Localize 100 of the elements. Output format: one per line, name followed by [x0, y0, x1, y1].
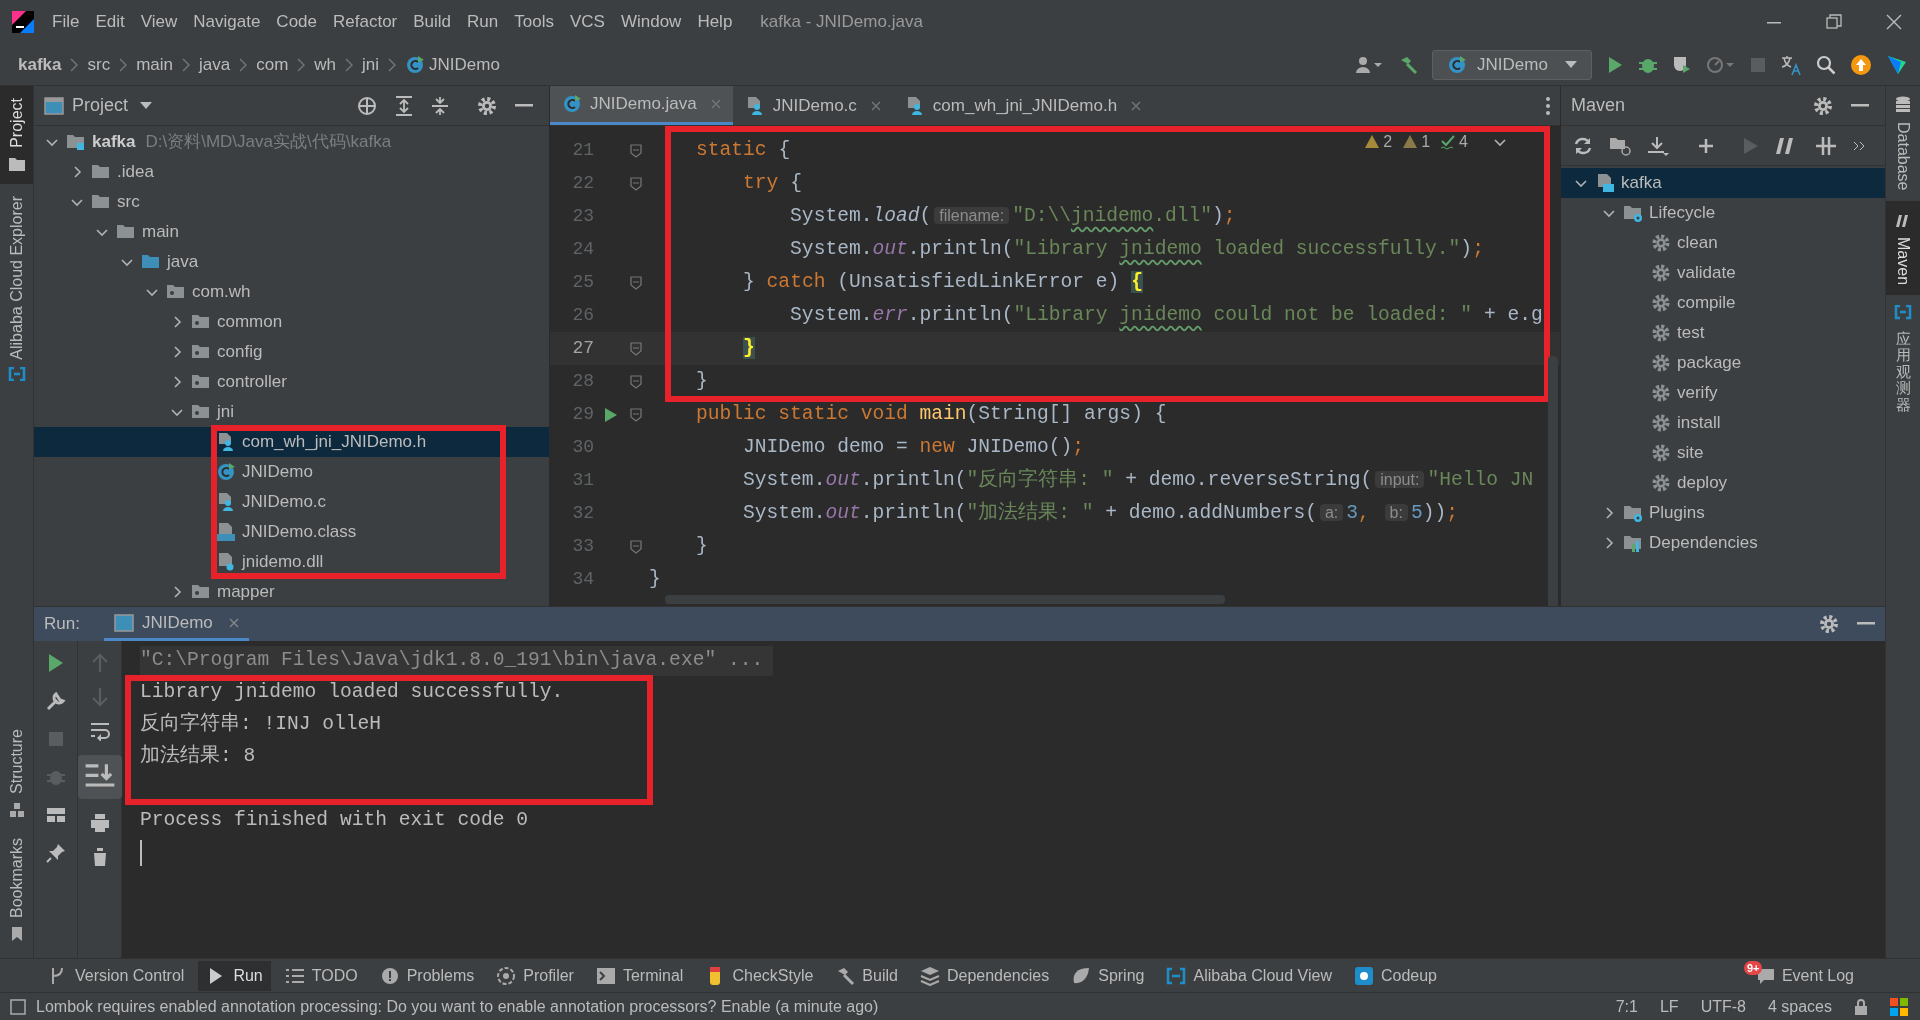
- fold-icon[interactable]: [630, 407, 642, 422]
- user-icon[interactable]: [1354, 54, 1384, 75]
- status-item[interactable]: LF: [1659, 994, 1679, 1019]
- panel-title-dropdown[interactable]: Project: [72, 92, 153, 119]
- tree-item[interactable]: deploy: [1561, 468, 1885, 498]
- collapse-all-icon[interactable]: [431, 95, 449, 116]
- breadcrumb[interactable]: JNIDemo: [403, 51, 502, 78]
- tree-item[interactable]: kafka: [1561, 168, 1885, 198]
- tree-item[interactable]: Plugins: [1561, 498, 1885, 528]
- settings-icon[interactable]: [1813, 95, 1833, 116]
- inspection-count[interactable]: 1: [1402, 130, 1431, 154]
- tree-item[interactable]: jni: [34, 397, 549, 427]
- tree-item[interactable]: clean: [1561, 228, 1885, 258]
- tree-item[interactable]: validate: [1561, 258, 1885, 288]
- tool-window-tab[interactable]: Database: [1886, 86, 1920, 201]
- tree-item[interactable]: test: [1561, 318, 1885, 348]
- tool-window-button[interactable]: Spring: [1063, 960, 1153, 991]
- tree-item[interactable]: .idea: [34, 157, 549, 187]
- tool-window-tab[interactable]: Structure: [0, 719, 33, 828]
- status-item[interactable]: UTF-8: [1700, 994, 1746, 1019]
- breadcrumb[interactable]: java: [197, 51, 233, 78]
- tree-item[interactable]: JNIDemo: [34, 457, 549, 487]
- inspection-count[interactable]: 2: [1364, 130, 1393, 154]
- lock-icon[interactable]: [1854, 997, 1868, 1016]
- print-icon[interactable]: [89, 813, 110, 833]
- status-item[interactable]: 7:1: [1615, 994, 1638, 1019]
- more-icon[interactable]: [1546, 96, 1550, 115]
- minimize-icon[interactable]: [1857, 622, 1875, 626]
- minimize-icon[interactable]: [1851, 103, 1869, 108]
- tool-window-button[interactable]: Run: [198, 960, 271, 991]
- menu-item[interactable]: Run: [459, 9, 507, 35]
- tool-window-button[interactable]: Terminal: [587, 960, 692, 991]
- tree-item[interactable]: kafka D:\资料\MD\Java实战\代码\kafka: [34, 127, 549, 157]
- menu-item[interactable]: Tools: [506, 9, 562, 35]
- settings-icon[interactable]: [1819, 614, 1839, 634]
- menu-item[interactable]: VCS: [561, 9, 613, 35]
- tool-window-button[interactable]: Build: [827, 960, 906, 991]
- scroll-to-end-icon[interactable]: [77, 755, 122, 799]
- close-icon[interactable]: [1886, 14, 1902, 30]
- editor-tab[interactable]: com_wh_jni_JNIDemo.h: [892, 86, 1154, 125]
- tree-item[interactable]: package: [1561, 348, 1885, 378]
- refresh-icon[interactable]: [1573, 135, 1593, 156]
- folder-refresh-icon[interactable]: [1609, 135, 1631, 156]
- tree-item[interactable]: common: [34, 307, 549, 337]
- shield-icon[interactable]: [1672, 54, 1692, 75]
- tool-window-button[interactable]: Profiler: [488, 960, 582, 991]
- search-icon[interactable]: [1816, 54, 1836, 75]
- fold-icon[interactable]: [630, 374, 642, 389]
- tree-item[interactable]: install: [1561, 408, 1885, 438]
- translate-icon[interactable]: [1780, 53, 1802, 76]
- layout-icon[interactable]: [45, 805, 66, 825]
- status-item[interactable]: 4 spaces: [1767, 994, 1832, 1019]
- tool-window-button[interactable]: Alibaba Cloud View: [1158, 960, 1340, 991]
- restore-icon[interactable]: [1826, 14, 1842, 30]
- panel-toggle-icon[interactable]: [10, 998, 26, 1015]
- tool-window-tab[interactable]: Alibaba Cloud Explorer: [0, 183, 33, 394]
- tool-window-tab[interactable]: Project: [0, 86, 33, 184]
- run-configuration-dropdown[interactable]: JNIDemo: [1432, 49, 1592, 80]
- tree-item[interactable]: Lifecycle: [1561, 198, 1885, 228]
- tree-item[interactable]: main: [34, 217, 549, 247]
- crosshair-icon[interactable]: [357, 95, 377, 116]
- fold-icon[interactable]: [630, 539, 642, 554]
- tree-item[interactable]: config: [34, 337, 549, 367]
- tree-item[interactable]: controller: [34, 367, 549, 397]
- windows-logo-icon[interactable]: [1890, 997, 1908, 1016]
- tree-item[interactable]: jnidemo.dll: [34, 547, 549, 577]
- tool-window-button[interactable]: CheckStyle: [697, 960, 822, 991]
- menu-item[interactable]: View: [132, 9, 186, 35]
- expand-all-icon[interactable]: [395, 95, 413, 116]
- run-icon[interactable]: [1606, 55, 1624, 74]
- breadcrumb[interactable]: com: [254, 51, 291, 78]
- scrollbar-thumb[interactable]: [1548, 356, 1558, 606]
- editor-tab[interactable]: JNIDemo.c: [732, 86, 893, 125]
- run-icon[interactable]: [604, 406, 618, 423]
- fold-icon[interactable]: [630, 143, 642, 158]
- plus-icon[interactable]: [1697, 136, 1715, 155]
- tree-item[interactable]: mapper: [34, 577, 549, 606]
- menu-item[interactable]: Build: [405, 9, 460, 35]
- fold-icon[interactable]: [630, 275, 642, 290]
- tree-item[interactable]: JNIDemo.c: [34, 487, 549, 517]
- menu-item[interactable]: Code: [268, 9, 325, 35]
- breadcrumb[interactable]: main: [134, 51, 175, 78]
- tool-window-button[interactable]: Problems: [371, 960, 483, 991]
- pin-icon[interactable]: [45, 843, 66, 863]
- tool-window-button[interactable]: TODO: [276, 960, 366, 991]
- tool-window-button[interactable]: Codeup: [1345, 960, 1445, 991]
- download-icon[interactable]: [1647, 135, 1669, 156]
- fold-icon[interactable]: [630, 341, 642, 356]
- breadcrumb[interactable]: jni: [360, 51, 382, 78]
- menu-item[interactable]: Window: [612, 9, 690, 35]
- breadcrumb[interactable]: src: [85, 51, 113, 78]
- editor-tab[interactable]: JNIDemo.java: [550, 86, 733, 125]
- breadcrumb[interactable]: kafka: [16, 51, 64, 78]
- tool-window-tab[interactable]: Bookmarks: [0, 827, 33, 952]
- inspection-count[interactable]: 4: [1440, 130, 1468, 154]
- settings-icon[interactable]: [477, 95, 497, 116]
- chevron-double-icon[interactable]: [1853, 140, 1865, 151]
- menu-item[interactable]: Edit: [87, 9, 133, 35]
- tool-window-button[interactable]: Version Control: [40, 960, 193, 991]
- tree-item[interactable]: com_wh_jni_JNIDemo.h: [34, 427, 549, 457]
